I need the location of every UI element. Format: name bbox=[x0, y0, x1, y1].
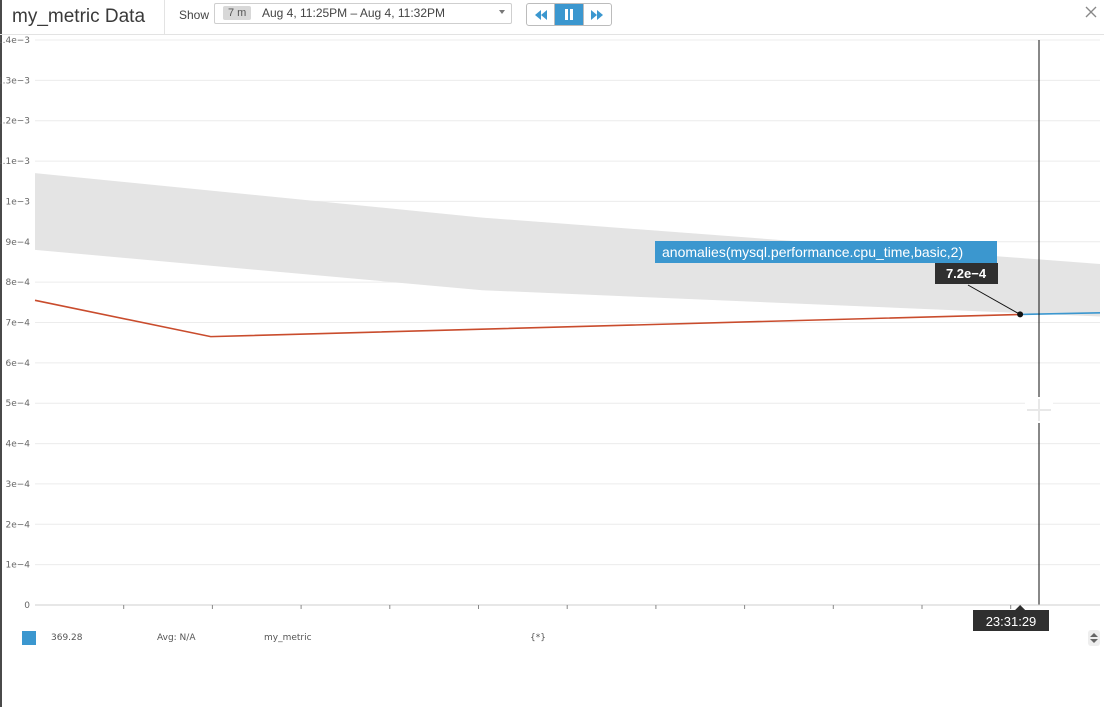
close-button[interactable] bbox=[1082, 3, 1100, 21]
close-icon bbox=[1085, 6, 1097, 18]
y-tick-label: 5e−4 bbox=[5, 399, 30, 409]
chevron-down-icon bbox=[499, 10, 505, 14]
scroll-arrows-icon bbox=[1090, 633, 1098, 643]
time-span-badge: 7 m bbox=[223, 6, 252, 20]
y-tick-label: 6e−4 bbox=[5, 359, 30, 369]
y-axis-ticks: 0 1e−4 2e−4 3e−4 4e−4 5e−4 6e−4 7e−4 8e−4 9e−4 1e−… bbox=[0, 36, 30, 611]
y-tick-label: 1.3e−3 bbox=[0, 76, 30, 86]
y-tick-label: 1e−3 bbox=[5, 197, 30, 207]
legend-avg: Avg: N/A bbox=[157, 633, 196, 643]
time-range-select[interactable]: 7 m Aug 4, 11:25PM – Aug 4, 11:32PM bbox=[214, 3, 512, 24]
time-label: 23:31:29 bbox=[986, 614, 1037, 629]
legend-scope: {*} bbox=[530, 633, 546, 643]
header-bar: my_metric Data Show 7 m Aug 4, 11:25PM –… bbox=[0, 0, 1104, 35]
time-range-text: Aug 4, 11:25PM – Aug 4, 11:32PM bbox=[262, 6, 446, 20]
legend-metric-name: my_metric bbox=[264, 633, 312, 643]
query-label: anomalies(mysql.performance.cpu_time,bas… bbox=[662, 244, 963, 260]
rewind-button[interactable] bbox=[527, 4, 554, 25]
y-tick-label: 2e−4 bbox=[5, 520, 30, 530]
legend-scroll[interactable] bbox=[1088, 630, 1100, 646]
y-tick-label: 1.1e−3 bbox=[0, 157, 30, 167]
playback-controls bbox=[526, 3, 612, 26]
y-tick-label: 8e−4 bbox=[5, 278, 30, 288]
legend-swatch[interactable] bbox=[22, 631, 36, 645]
x-axis-ticks bbox=[123, 605, 1012, 609]
y-tick-label: 3e−4 bbox=[5, 480, 30, 490]
value-label: 7.2e−4 bbox=[946, 266, 987, 281]
y-tick-label: 4e−4 bbox=[5, 440, 30, 450]
y-tick-label: 9e−4 bbox=[5, 238, 30, 248]
y-tick-label: 1e−4 bbox=[5, 561, 30, 571]
hover-point bbox=[1017, 311, 1024, 318]
pause-icon bbox=[564, 9, 573, 20]
header-divider bbox=[164, 0, 165, 34]
page-title: my_metric Data bbox=[12, 6, 146, 27]
pause-button[interactable] bbox=[554, 4, 583, 25]
fast-forward-button[interactable] bbox=[582, 4, 611, 25]
rewind-icon bbox=[534, 9, 547, 20]
fast-forward-icon bbox=[591, 9, 604, 20]
show-label: Show bbox=[179, 8, 210, 22]
y-tick-label: 1.2e−3 bbox=[0, 117, 30, 127]
legend-value: 369.28 bbox=[51, 633, 83, 643]
y-tick-label: 1.4e−3 bbox=[0, 36, 30, 46]
time-label-pointer bbox=[1015, 605, 1026, 610]
y-tick-label: 7e−4 bbox=[5, 319, 30, 329]
y-tick-label: 0 bbox=[24, 601, 30, 611]
time-series-chart[interactable]: 0 1e−4 2e−4 3e−4 4e−4 5e−4 6e−4 7e−4 8e−4 9e−4 1e−… bbox=[0, 35, 1104, 635]
crosshair-plus-icon bbox=[1025, 397, 1053, 423]
